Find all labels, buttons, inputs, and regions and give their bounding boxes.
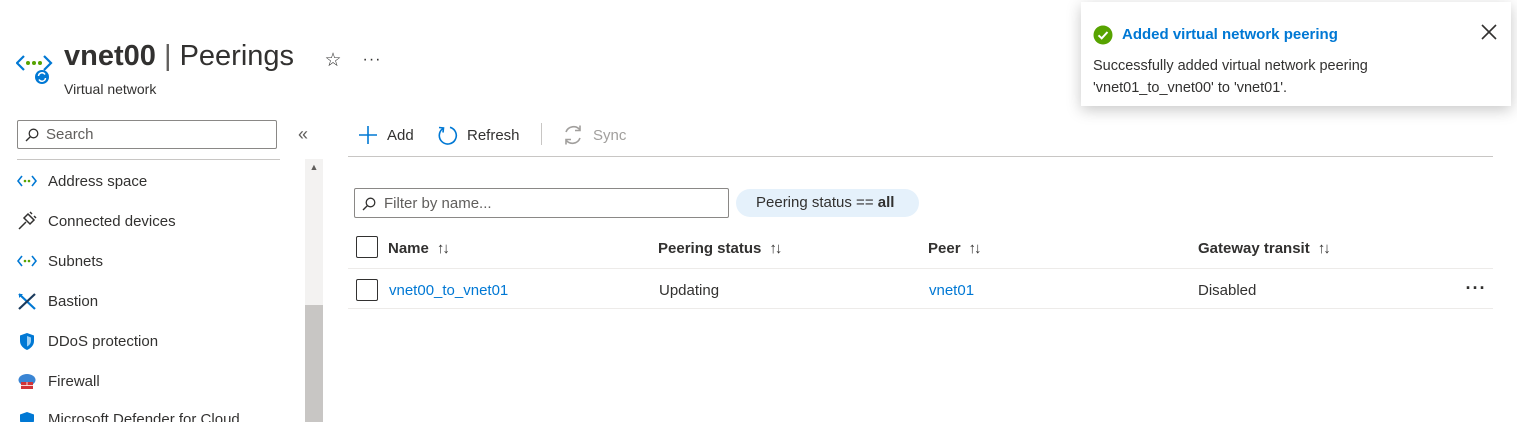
column-header-label: Gateway transit — [1198, 239, 1310, 257]
sidebar-item-label: Subnets — [48, 252, 104, 270]
peering-status-filter-pill[interactable]: Peering status == all — [736, 189, 920, 217]
page-subtitle: Virtual network — [64, 81, 157, 97]
sidebar-divider — [17, 159, 280, 160]
row-checkbox[interactable] — [356, 279, 378, 301]
search-icon — [25, 128, 39, 142]
sort-arrows-icon: ↑↓ — [968, 239, 982, 257]
page-title: vnet00 | Peerings — [64, 40, 294, 73]
filter-pill-prefix: Peering status == — [756, 194, 874, 211]
sidebar-scrollbar-thumb[interactable] — [305, 305, 323, 422]
add-button[interactable]: Add — [358, 122, 414, 148]
more-options-icon[interactable]: ··· — [361, 49, 383, 71]
notification-title: Added virtual network peering — [1122, 26, 1338, 43]
header-row-divider — [348, 268, 1493, 269]
sidebar-search-box — [17, 120, 277, 149]
toolbar-divider — [348, 156, 1493, 157]
row-divider — [348, 308, 1493, 309]
column-header-name[interactable]: Name ↑↓ — [388, 238, 450, 258]
name-filter-input[interactable] — [384, 193, 714, 214]
sort-arrows-icon: ↑↓ — [769, 239, 782, 257]
sidebar-search-input[interactable] — [46, 124, 266, 145]
bastion-icon — [16, 290, 38, 312]
sidebar-item-label: Connected devices — [48, 212, 176, 230]
refresh-button[interactable]: Refresh — [437, 122, 520, 148]
shield-icon — [16, 330, 38, 352]
sidebar-item-label: DDoS protection — [48, 332, 159, 350]
sidebar-item-address-space[interactable]: Address space — [16, 161, 301, 201]
sidebar-item-label: Address space — [48, 172, 148, 190]
resource-name: vnet00 — [64, 40, 156, 72]
virtual-network-icon — [15, 52, 54, 88]
column-header-gateway-transit[interactable]: Gateway transit ↑↓ — [1198, 238, 1331, 258]
sync-label: Sync — [593, 126, 627, 144]
add-icon — [358, 125, 378, 145]
peering-name-link[interactable]: vnet00_to_vnet01 — [389, 282, 508, 299]
peer-link[interactable]: vnet01 — [929, 282, 974, 299]
firewall-icon — [16, 370, 38, 392]
name-filter-box — [354, 188, 729, 218]
toolbar-separator — [541, 123, 542, 145]
title-separator: | — [163, 40, 172, 72]
filter-pill-value: all — [877, 194, 895, 211]
refresh-icon — [437, 125, 458, 146]
column-header-peering-status[interactable]: Peering status ↑↓ — [658, 238, 782, 258]
column-header-peer[interactable]: Peer ↑↓ — [928, 238, 982, 258]
column-header-label: Name — [388, 239, 429, 257]
sidebar-item-subnets[interactable]: Subnets — [16, 241, 301, 281]
sidebar-item-connected-devices[interactable]: Connected devices — [16, 201, 301, 241]
sidebar-item-label: Microsoft Defender for Cloud — [48, 411, 240, 422]
row-more-options-icon[interactable]: ··· — [1463, 279, 1489, 301]
refresh-label: Refresh — [467, 126, 520, 144]
subnets-icon — [16, 250, 38, 272]
sidebar-item-bastion[interactable]: Bastion — [16, 281, 301, 321]
sidebar-item-label: Bastion — [48, 292, 99, 310]
sort-arrows-icon: ↑↓ — [1317, 239, 1331, 257]
sync-icon — [562, 124, 584, 146]
defender-icon — [16, 409, 38, 422]
scroll-up-arrow-icon[interactable]: ▲ — [306, 160, 322, 174]
select-all-checkbox[interactable] — [356, 236, 378, 258]
column-header-label: Peer — [928, 239, 961, 257]
gateway-transit-cell: Disabled — [1198, 282, 1257, 299]
sort-arrows-icon: ↑↓ — [436, 239, 450, 257]
column-header-label: Peering status — [658, 239, 762, 257]
sync-button[interactable]: Sync — [562, 122, 626, 148]
sidebar-item-firewall[interactable]: Firewall — [16, 361, 301, 401]
notification-toast: Added virtual network peering Successful… — [1081, 2, 1511, 106]
notification-message: Successfully added virtual network peeri… — [1093, 58, 1368, 96]
close-icon[interactable] — [1479, 22, 1499, 42]
sidebar-item-ddos-protection[interactable]: DDoS protection — [16, 321, 301, 361]
favorite-star-icon[interactable]: ☆ — [322, 50, 344, 72]
success-check-icon — [1093, 25, 1113, 45]
sidebar-item-label: Firewall — [48, 372, 100, 390]
plug-icon — [16, 210, 38, 232]
sidebar-item-defender[interactable]: Microsoft Defender for Cloud — [16, 399, 301, 422]
blade-name: Peerings — [179, 40, 295, 72]
peering-status-cell: Updating — [659, 282, 720, 299]
add-label: Add — [387, 126, 414, 144]
address-space-icon — [16, 170, 38, 192]
collapse-sidebar-icon[interactable]: « — [294, 124, 312, 144]
search-icon — [362, 197, 376, 211]
